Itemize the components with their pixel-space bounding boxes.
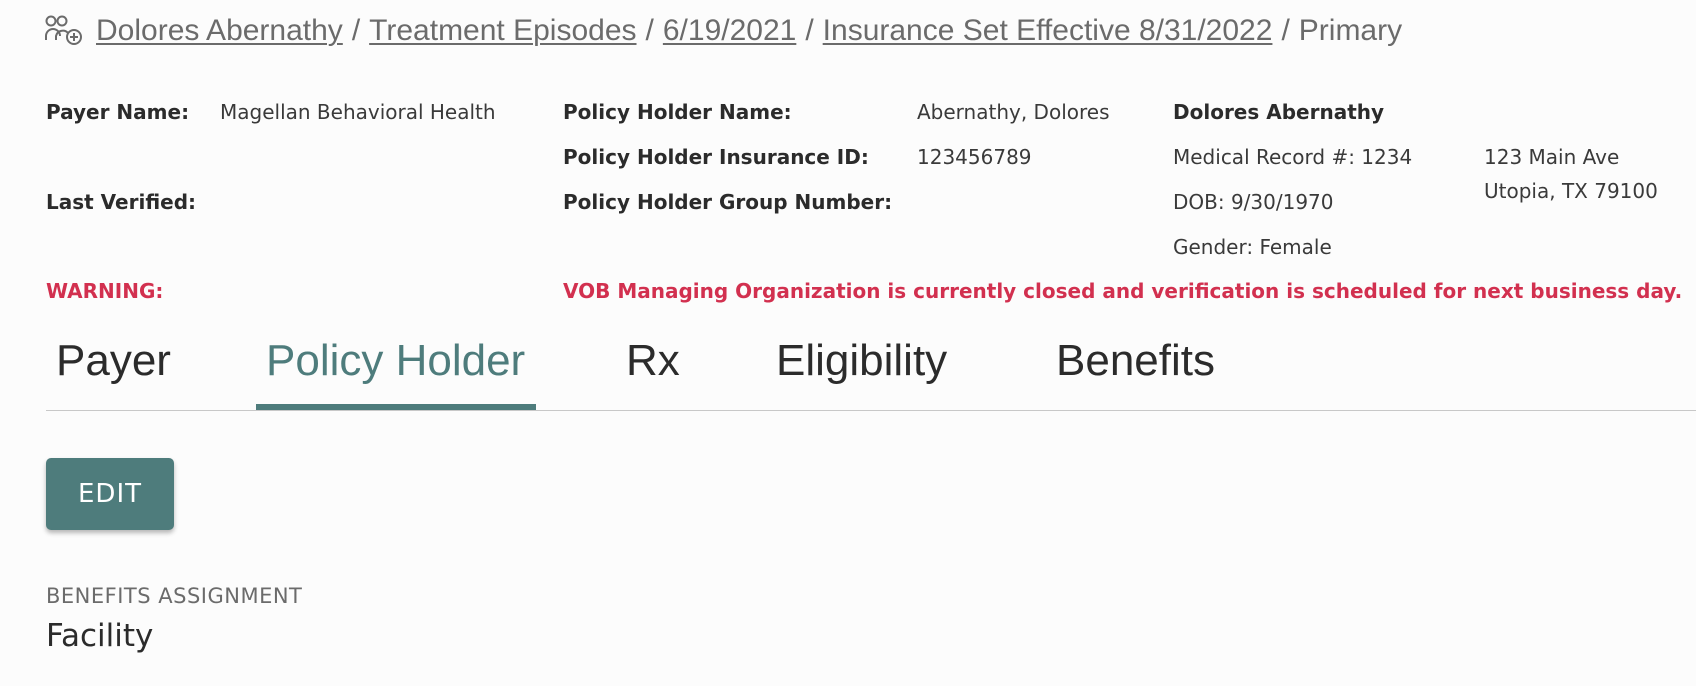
tab-eligibility[interactable]: Eligibility <box>776 336 947 386</box>
breadcrumb-insurance-set-link[interactable]: Insurance Set Effective 8/31/2022 <box>823 14 1273 48</box>
policy-holder-group-number-label: Policy Holder Group Number: <box>563 190 893 214</box>
tab-rx[interactable]: Rx <box>626 336 680 386</box>
edit-button[interactable]: EDIT <box>46 458 174 530</box>
insurance-policy-page: Dolores Abernathy / Treatment Episodes /… <box>0 0 1696 686</box>
warning-label: WARNING: <box>46 279 164 303</box>
policy-holder-insurance-id-value: 123456789 <box>917 145 1032 169</box>
breadcrumb: Dolores Abernathy / Treatment Episodes /… <box>44 10 1402 52</box>
patient-address-line1: 123 Main Ave <box>1484 145 1620 169</box>
tab-bar: Payer Policy Holder Rx Eligibility Benef… <box>46 322 1696 411</box>
tab-policy-holder[interactable]: Policy Holder <box>266 336 525 386</box>
tab-payer[interactable]: Payer <box>56 336 171 386</box>
patient-address-line2: Utopia, TX 79100 <box>1484 179 1658 203</box>
group-add-icon <box>44 14 84 48</box>
breadcrumb-current: Primary <box>1298 14 1403 47</box>
breadcrumb-separator: / <box>645 14 654 47</box>
patient-name: Dolores Abernathy <box>1173 100 1385 124</box>
warning-message: VOB Managing Organization is currently c… <box>563 279 1683 303</box>
breadcrumb-patient-link[interactable]: Dolores Abernathy <box>96 14 343 48</box>
policy-holder-name-value: Abernathy, Dolores <box>917 100 1110 124</box>
last-verified-label: Last Verified: <box>46 190 197 214</box>
active-tab-indicator <box>256 404 536 410</box>
policy-holder-name-label: Policy Holder Name: <box>563 100 792 124</box>
patient-medical-record: Medical Record #: 1234 <box>1173 145 1413 169</box>
policy-holder-insurance-id-label: Policy Holder Insurance ID: <box>563 145 869 169</box>
tab-benefits[interactable]: Benefits <box>1056 336 1215 386</box>
breadcrumb-separator: / <box>351 14 361 47</box>
breadcrumb-treatment-episodes-link[interactable]: Treatment Episodes <box>369 14 636 48</box>
payer-name-value: Magellan Behavioral Health <box>220 100 496 124</box>
payer-name-label: Payer Name: <box>46 100 190 124</box>
breadcrumb-episode-date-link[interactable]: 6/19/2021 <box>663 14 796 48</box>
benefits-assignment-value: Facility <box>46 618 154 654</box>
patient-gender: Gender: Female <box>1173 235 1332 259</box>
benefits-assignment-label: BENEFITS ASSIGNMENT <box>46 584 303 608</box>
breadcrumb-separator: / <box>1281 14 1290 47</box>
breadcrumb-separator: / <box>805 14 814 47</box>
patient-dob: DOB: 9/30/1970 <box>1173 190 1334 214</box>
